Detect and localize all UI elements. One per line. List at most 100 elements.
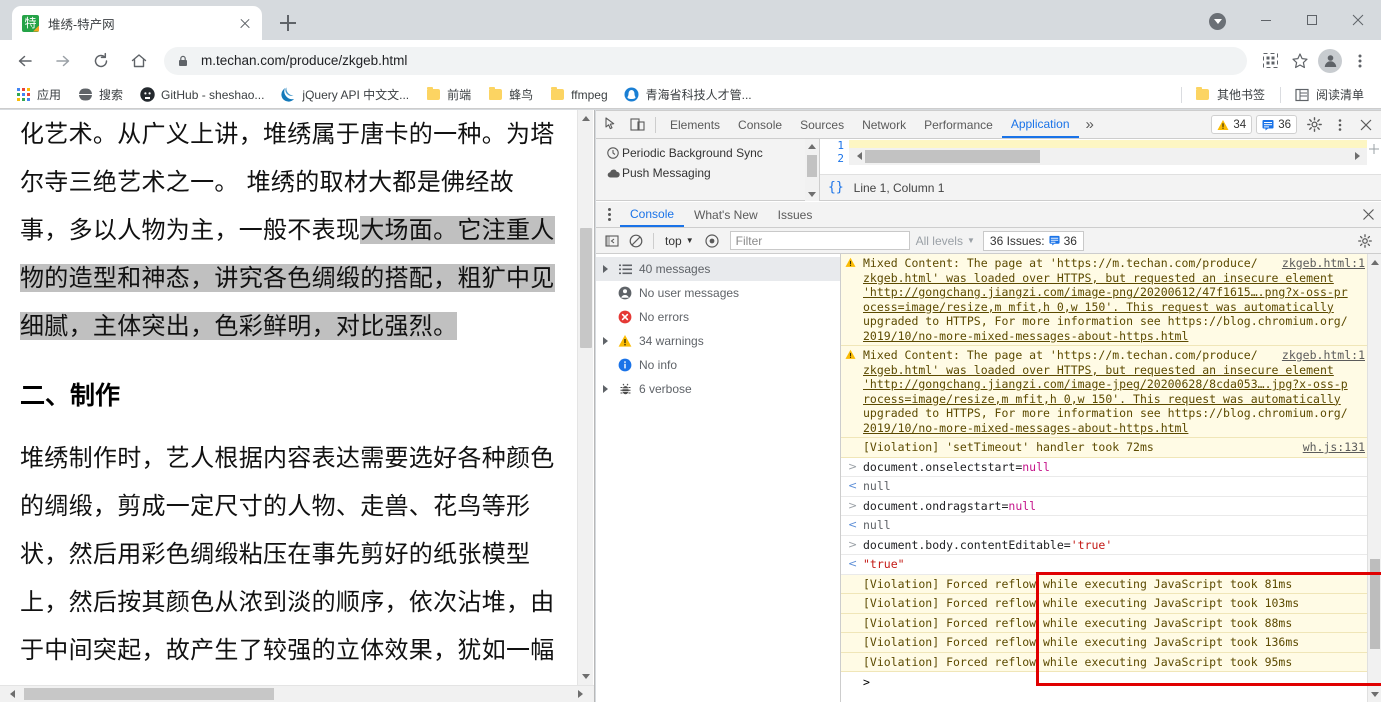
twisty-icon[interactable] — [600, 265, 614, 273]
page-content[interactable]: 化艺术。从广义上讲，堆绣属于唐卡的一种。为塔尔寺三绝艺术之一。 堆绣的取材大都是… — [0, 110, 578, 685]
devtools-tab-elements[interactable]: Elements — [661, 111, 729, 138]
console-output-entry[interactable]: < null — [841, 477, 1381, 497]
console-output-entry[interactable]: < "true" — [841, 555, 1381, 575]
horizontal-scroll-thumb[interactable] — [24, 688, 274, 700]
reload-icon[interactable] — [85, 45, 117, 77]
twisty-icon[interactable] — [600, 337, 614, 345]
drawer-menu-icon[interactable] — [600, 204, 618, 226]
application-sidebar-scrollbar[interactable] — [805, 139, 819, 201]
drawer-tab-whats-new[interactable]: What's New — [684, 202, 768, 227]
scroll-left-arrow-icon[interactable] — [2, 686, 19, 702]
console-settings-gear-icon[interactable] — [1353, 229, 1377, 253]
console-message-violation[interactable]: [Violation] Forced reflow while executin… — [841, 574, 1381, 594]
devtools-tab-application[interactable]: Application — [1001, 111, 1079, 138]
download-indicator-icon[interactable] — [1209, 13, 1226, 30]
console-input-entry[interactable]: > document.body.contentEditable='true' — [841, 535, 1381, 555]
console-message-violation[interactable]: wh.js:131 [Violation] 'setTimeout' handl… — [841, 438, 1381, 458]
devtools-tab-performance[interactable]: Performance — [915, 111, 1002, 138]
console-message-source[interactable]: zkgeb.html:1 — [1282, 256, 1365, 271]
console-output-entry[interactable]: < null — [841, 516, 1381, 536]
editor-horizontal-scrollbar[interactable] — [849, 148, 1367, 165]
console-filter-input[interactable]: Filter — [729, 231, 910, 250]
console-message-sidebar[interactable]: 40 messages No user messages No errors 3… — [596, 254, 841, 702]
more-tabs-icon[interactable]: » — [1079, 116, 1101, 133]
console-context-selector[interactable]: top ▼ — [659, 234, 700, 248]
tab-close-icon[interactable] — [236, 14, 254, 32]
page-horizontal-scrollbar[interactable] — [0, 685, 594, 702]
drawer-tab-console[interactable]: Console — [620, 202, 685, 227]
sidebar-item-all-messages[interactable]: 40 messages — [596, 257, 840, 281]
bookmark-reading-list[interactable]: 阅读清单 — [1287, 84, 1371, 105]
sidebar-item-warnings[interactable]: 34 warnings — [596, 329, 840, 353]
devtools-tab-sources[interactable]: Sources — [791, 111, 853, 138]
bookmark-github[interactable]: GitHub - sheshao... — [132, 85, 271, 105]
console-message-violation[interactable]: [Violation] Forced reflow while executin… — [841, 594, 1381, 614]
sidebar-item-user-messages[interactable]: No user messages — [596, 281, 840, 305]
bookmark-star-icon[interactable] — [1285, 46, 1315, 76]
scroll-up-arrow-icon[interactable] — [805, 139, 819, 153]
bookmark-other-bookmarks[interactable]: 其他书签 — [1188, 84, 1272, 105]
editor-scroll-thumb[interactable] — [865, 150, 1040, 163]
devtools-tab-console[interactable]: Console — [729, 111, 791, 138]
resize-grip-icon[interactable] — [1369, 141, 1379, 154]
console-message-source[interactable]: zkgeb.html:1 — [1282, 348, 1365, 363]
console-input-entry[interactable]: > document.ondragstart=null — [841, 496, 1381, 516]
bookmark-folder-hummingbird[interactable]: 蜂鸟 — [480, 84, 540, 105]
page-viewport[interactable]: 化艺术。从广义上讲，堆绣属于唐卡的一种。为塔尔寺三绝艺术之一。 堆绣的取材大都是… — [0, 110, 595, 702]
scroll-right-arrow-icon[interactable] — [574, 686, 591, 702]
issues-count-badge[interactable]: 36 — [1256, 115, 1297, 134]
sidebar-item-verbose[interactable]: 6 verbose — [596, 377, 840, 401]
scroll-down-arrow-icon[interactable] — [1368, 687, 1381, 701]
clear-console-icon[interactable] — [624, 229, 648, 253]
drawer-tab-issues[interactable]: Issues — [768, 202, 823, 227]
device-toolbar-icon[interactable] — [624, 112, 650, 138]
sidebar-item-info[interactable]: No info — [596, 353, 840, 377]
home-icon[interactable] — [123, 45, 155, 77]
scroll-right-arrow-icon[interactable] — [1352, 149, 1366, 163]
scroll-down-arrow-icon[interactable] — [805, 187, 819, 201]
devtools-close-icon[interactable] — [1353, 112, 1379, 138]
sidebar-scroll-thumb[interactable] — [807, 155, 817, 177]
back-icon[interactable] — [9, 45, 41, 77]
console-level-selector[interactable]: All levels ▼ — [916, 234, 975, 248]
application-content[interactable]: 1 2 {} Line 1, Column 1 — [820, 139, 1381, 200]
maximize-button[interactable] — [1289, 0, 1335, 40]
bookmark-folder-ffmpeg[interactable]: ffmpeg — [542, 85, 614, 105]
pretty-print-braces-icon[interactable]: {} — [828, 180, 844, 195]
console-message-violation[interactable]: [Violation] Forced reflow while executin… — [841, 613, 1381, 633]
new-tab-button[interactable] — [274, 9, 302, 37]
bookmark-apps[interactable]: 应用 — [8, 84, 68, 105]
console-scrollbar[interactable] — [1367, 254, 1381, 702]
application-sidebar-tree[interactable]: Periodic Background Sync Push Messaging — [596, 139, 820, 201]
console-message-list[interactable]: zkgeb.html:1 Mixed Content: The page at … — [841, 254, 1381, 702]
gear-icon[interactable] — [1301, 112, 1327, 138]
console-input-entry[interactable]: > document.onselectstart=null — [841, 457, 1381, 477]
drawer-close-icon[interactable] — [1355, 203, 1381, 227]
show-console-sidebar-icon[interactable] — [600, 229, 624, 253]
console-message-warning[interactable]: zkgeb.html:1 Mixed Content: The page at … — [841, 346, 1381, 438]
console-message-warning[interactable]: zkgeb.html:1 Mixed Content: The page at … — [841, 254, 1381, 346]
bookmark-folder-frontend[interactable]: 前端 — [418, 84, 478, 105]
warning-count-badge[interactable]: 34 — [1211, 115, 1253, 134]
scroll-left-arrow-icon[interactable] — [850, 149, 864, 163]
browser-tab[interactable]: 特 堆绣-特产网 — [12, 6, 262, 40]
tree-item-periodic-background-sync[interactable]: Periodic Background Sync — [604, 143, 819, 163]
address-bar[interactable]: m.techan.com/produce/zkgeb.html — [164, 46, 1247, 75]
scroll-up-arrow-icon[interactable] — [1368, 255, 1381, 269]
vertical-scroll-thumb[interactable] — [580, 228, 592, 348]
page-vertical-scrollbar[interactable] — [577, 110, 593, 685]
bookmark-qinghai[interactable]: 青海省科技人才管... — [617, 84, 759, 105]
qr-code-icon[interactable] — [1255, 46, 1285, 76]
console-issues-button[interactable]: 36 Issues: 36 — [982, 230, 1084, 251]
devtools-tab-network[interactable]: Network — [853, 111, 915, 138]
live-expression-icon[interactable] — [700, 229, 724, 253]
bookmark-jquery[interactable]: jQuery API 中文文... — [273, 84, 416, 105]
cursor-inspect-icon[interactable] — [598, 112, 624, 138]
console-prompt[interactable]: > — [841, 672, 1381, 692]
bookmark-search[interactable]: 搜索 — [70, 84, 130, 105]
console-message-violation[interactable]: [Violation] Forced reflow while executin… — [841, 652, 1381, 672]
tree-item-push-messaging[interactable]: Push Messaging — [604, 163, 819, 183]
console-message-violation[interactable]: [Violation] Forced reflow while executin… — [841, 633, 1381, 653]
console-message-source[interactable]: wh.js:131 — [1303, 440, 1365, 455]
close-button[interactable] — [1335, 0, 1381, 40]
